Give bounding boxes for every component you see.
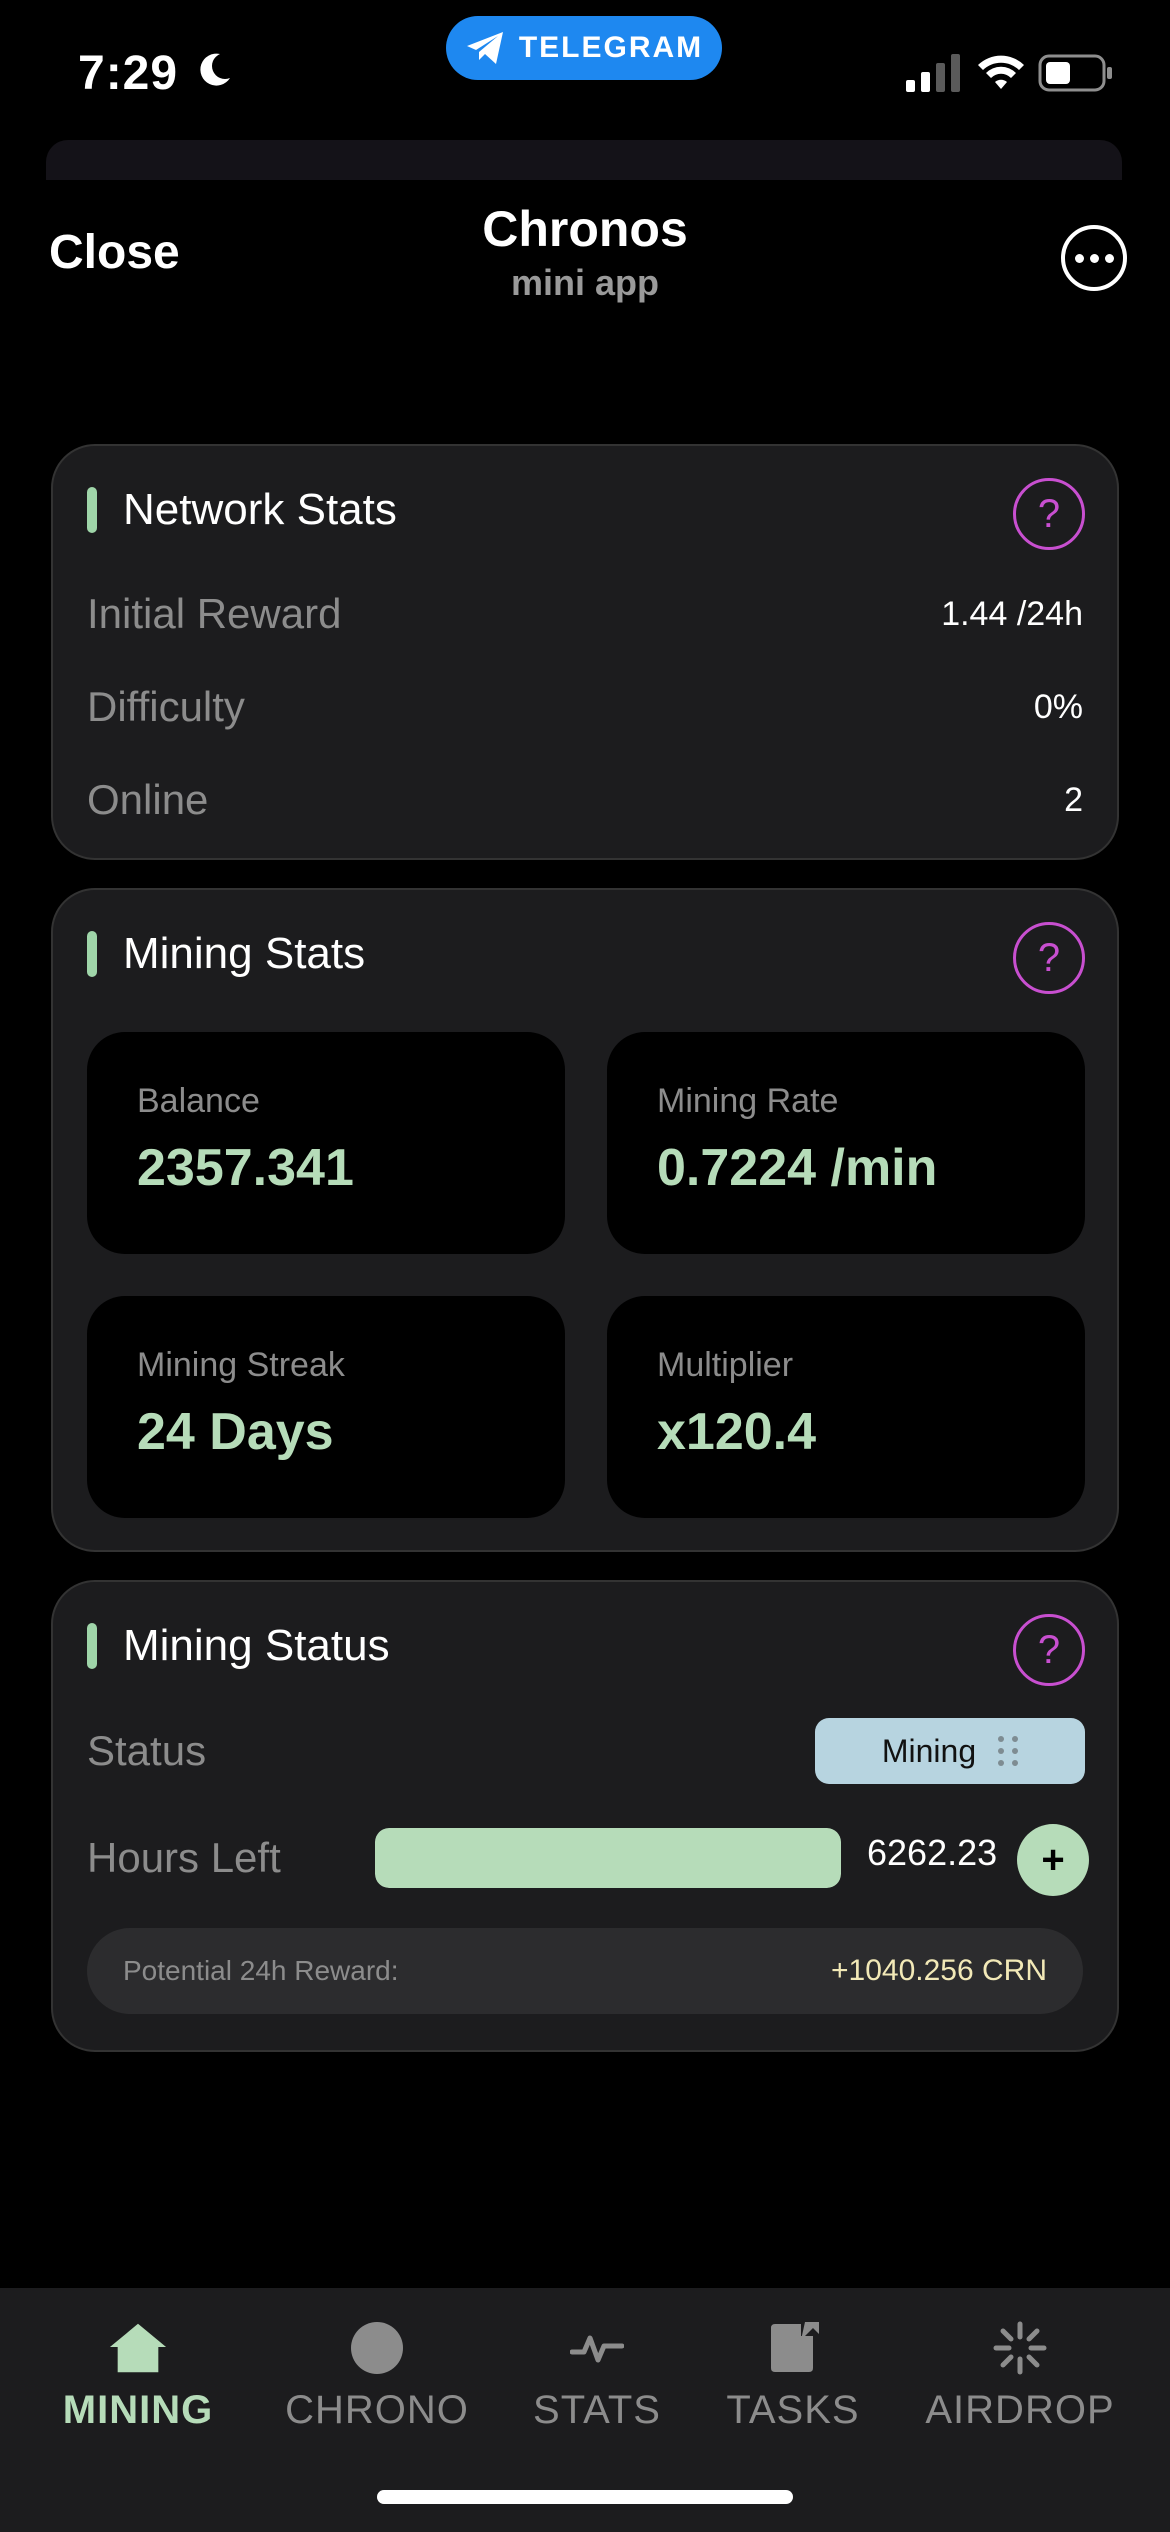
nav-item-airdrop[interactable]: AIRDROP: [910, 2318, 1130, 2433]
app-subtitle: mini app: [510, 262, 659, 303]
nav-label: CHRONO: [285, 2388, 469, 2432]
mining-stats-card: Mining Stats ? Balance 2357.341 Mining R…: [51, 888, 1119, 1552]
close-button[interactable]: Close: [49, 225, 180, 280]
mining-streak-tile: Mining Streak 24 Days: [87, 1296, 565, 1518]
card-header: Mining Stats: [87, 929, 366, 978]
reward-label: Potential 24h Reward:: [123, 1955, 399, 1986]
balance-tile: Balance 2357.341: [87, 1032, 565, 1254]
hours-value: 6262.23: [867, 1832, 998, 1873]
pulse-icon: [567, 2318, 627, 2378]
moon-icon: [200, 53, 230, 86]
card-header: Mining Status: [87, 1621, 390, 1670]
multiplier-tile: Multiplier x120.4: [607, 1296, 1085, 1518]
hours-row: Hours Left: [87, 1828, 281, 1888]
telegram-pill[interactable]: TELEGRAM: [446, 16, 722, 80]
nav-item-chrono[interactable]: CHRONO: [267, 2318, 487, 2433]
more-dot-icon: [1104, 253, 1114, 263]
card-header: Network Stats: [87, 485, 397, 534]
status-label: Status: [87, 1727, 207, 1774]
add-hours-button[interactable]: +: [1017, 1824, 1089, 1896]
stat-row-difficulty: Difficulty 0%: [87, 677, 1083, 737]
task-icon: [763, 2318, 823, 2378]
telegram-icon: [466, 32, 503, 64]
nav-item-tasks[interactable]: TASKS: [683, 2318, 903, 2433]
home-indicator[interactable]: [377, 2490, 793, 2504]
hours-label: Hours Left: [87, 1834, 281, 1881]
tile-label: Balance: [137, 1082, 260, 1120]
spinner-dots-icon: [998, 1736, 1019, 1766]
telegram-label: TELEGRAM: [518, 31, 704, 64]
card-title: Mining Stats: [123, 929, 366, 978]
clock: 7:29: [78, 47, 179, 100]
nav-label: AIRDROP: [925, 2388, 1115, 2432]
tile-value: x120.4: [657, 1403, 817, 1461]
battery-icon: [1038, 54, 1112, 92]
hours-progress-bar: [375, 1828, 841, 1888]
help-button[interactable]: ?: [1013, 922, 1085, 994]
accent-bar: [87, 1623, 97, 1669]
status-bar: 7:29 TELEGRAM: [0, 0, 1170, 140]
nav-label: STATS: [533, 2388, 661, 2432]
stat-value: 0%: [1033, 687, 1083, 726]
reward-value: +1040.256 CRN: [831, 1954, 1047, 1987]
more-dot-icon: [1089, 253, 1099, 263]
card-title: Mining Status: [123, 1621, 390, 1670]
nav-item-stats[interactable]: STATS: [487, 2318, 707, 2433]
nav-label: MINING: [62, 2388, 214, 2432]
card-title: Network Stats: [123, 485, 397, 534]
tile-value: 24 Days: [137, 1403, 334, 1461]
potential-reward-pill: Potential 24h Reward: +1040.256 CRN: [87, 1928, 1083, 2014]
stat-value: 1.44 /24h: [941, 594, 1083, 633]
sheet-handle-area: [46, 140, 1122, 180]
accent-bar: [87, 931, 97, 977]
circle-icon: [347, 2318, 407, 2378]
more-dot-icon: [1074, 253, 1084, 263]
more-options-button[interactable]: [1061, 225, 1127, 291]
status-row: Status: [87, 1721, 206, 1781]
help-button[interactable]: ?: [1013, 1614, 1085, 1686]
stat-row-initial-reward: Initial Reward 1.44 /24h: [87, 584, 1083, 644]
status-value: Mining: [881, 1732, 977, 1769]
accent-bar: [87, 487, 97, 533]
tile-label: Multiplier: [657, 1346, 794, 1384]
stat-row-online: Online 2: [87, 770, 1083, 830]
mining-rate-tile: Mining Rate 0.7224 /min: [607, 1032, 1085, 1254]
stat-label: Difficulty: [87, 683, 245, 730]
wifi-icon: [978, 55, 1024, 89]
tile-value: 0.7224 /min: [657, 1139, 938, 1197]
hours-progress-fill: [375, 1828, 841, 1888]
mining-status-card: Mining Status ? Status Mining Hours Left…: [51, 1580, 1119, 2052]
app-title: Chronos: [482, 201, 688, 257]
stat-value: 2: [1064, 780, 1083, 819]
tile-label: Mining Streak: [137, 1346, 345, 1384]
stat-label: Online: [87, 776, 209, 823]
nav-label: TASKS: [726, 2388, 860, 2432]
nav-item-mining[interactable]: MINING: [28, 2318, 248, 2433]
help-button[interactable]: ?: [1013, 478, 1085, 550]
cellular-signal-icon: [906, 54, 960, 92]
tile-label: Mining Rate: [657, 1082, 839, 1120]
tile-value: 2357.341: [137, 1139, 354, 1197]
sparkle-icon: [990, 2318, 1050, 2378]
stat-label: Initial Reward: [87, 590, 342, 637]
status-badge: Mining: [815, 1718, 1085, 1784]
home-icon: [108, 2318, 168, 2378]
network-stats-card: Network Stats ? Initial Reward 1.44 /24h…: [51, 444, 1119, 860]
